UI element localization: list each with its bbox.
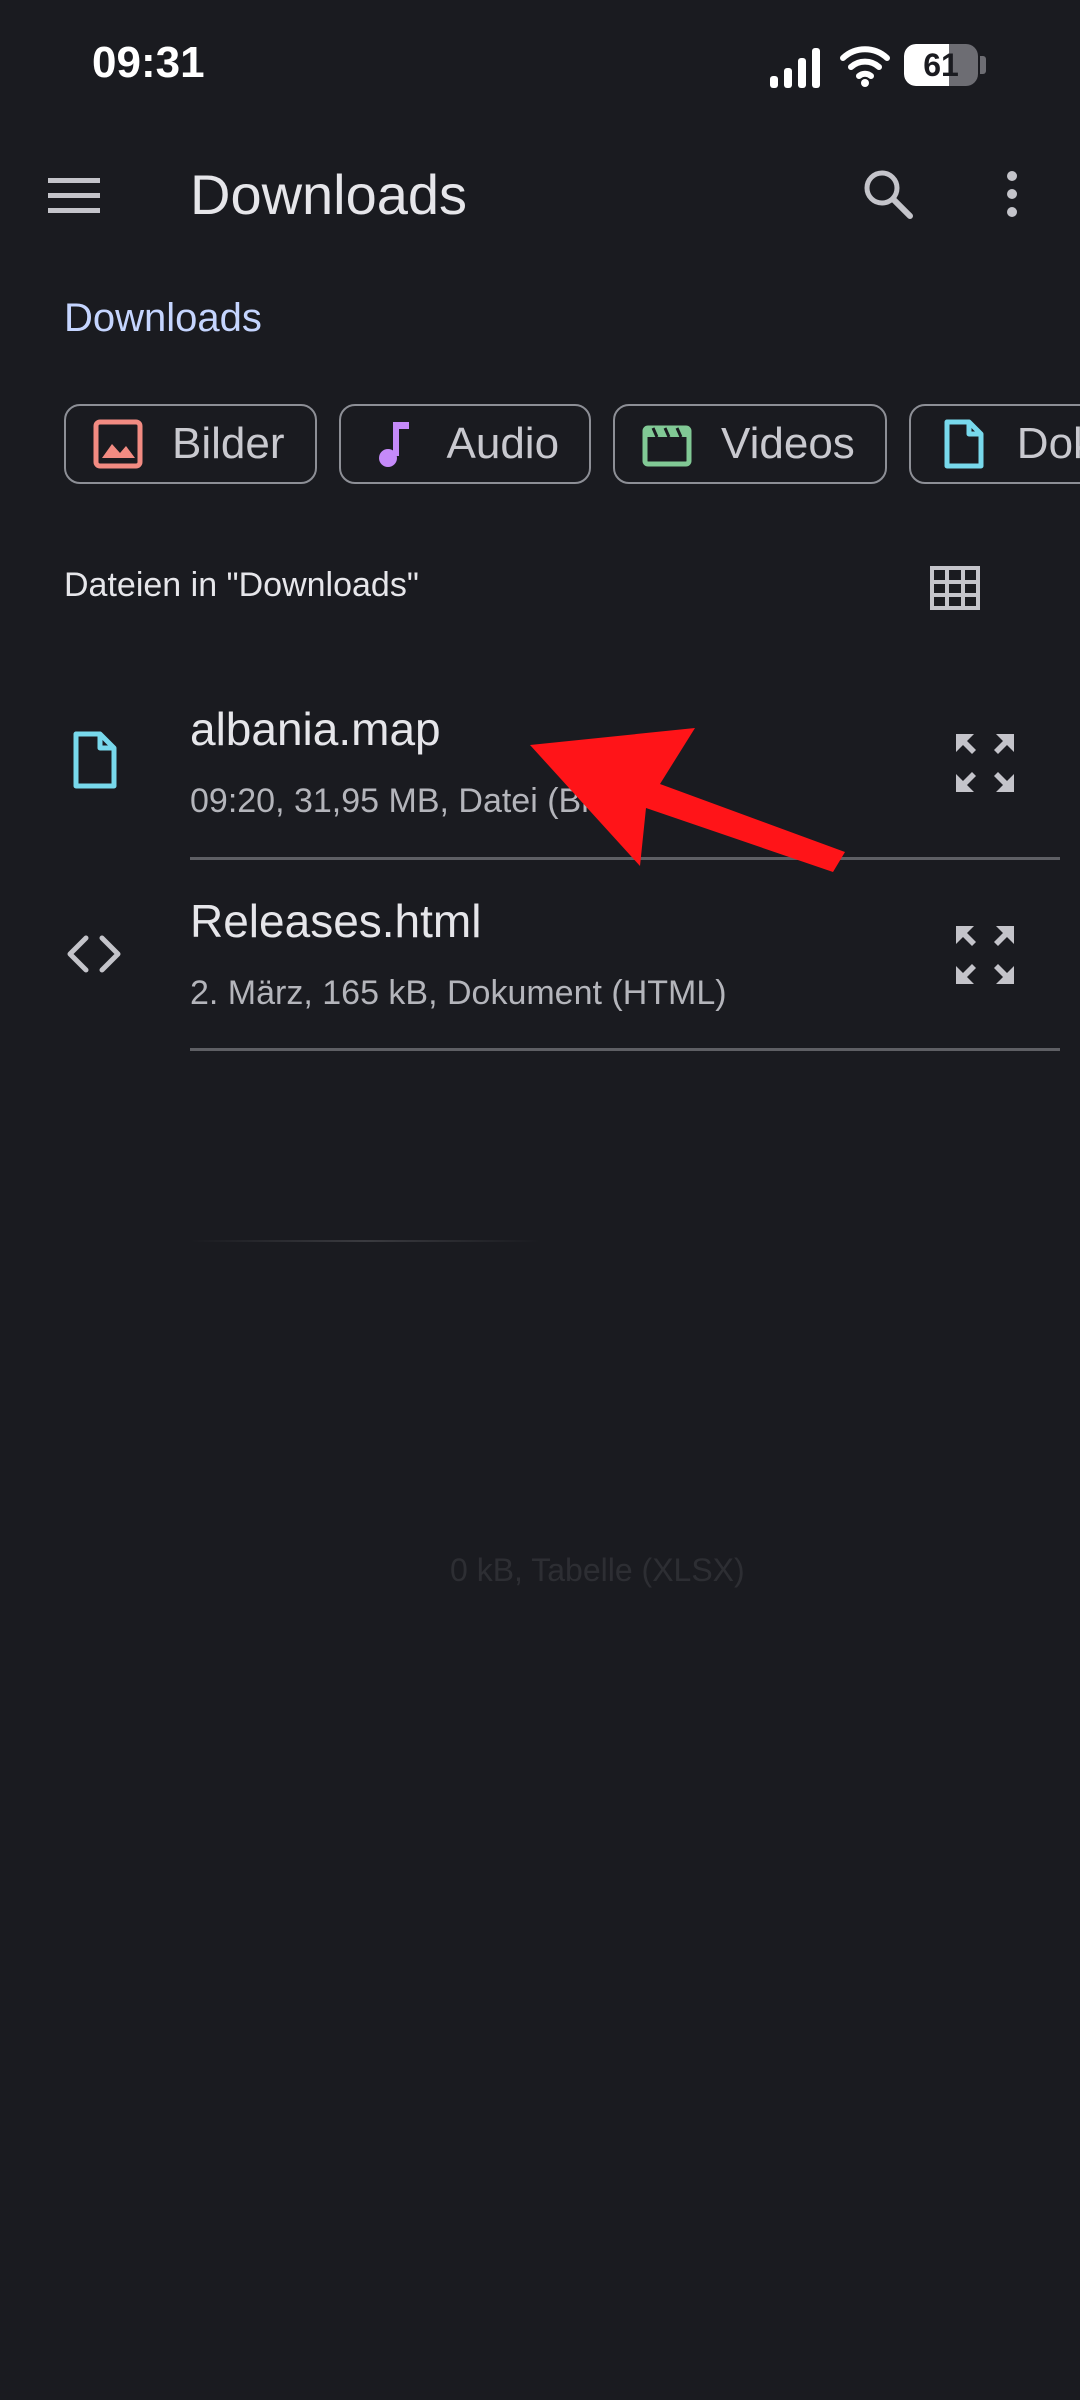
file-name: albania.map (190, 703, 441, 755)
battery-indicator: 61 (904, 44, 986, 86)
movie-icon (642, 425, 692, 467)
annotation-arrow-icon (530, 728, 845, 872)
faded-divider (190, 1240, 540, 1242)
list-item[interactable]: Releases.html 2. März, 165 kB, Dokument … (0, 862, 1080, 1052)
file-name: Releases.html (190, 895, 482, 947)
chip-label: Audio (446, 419, 560, 468)
image-icon (93, 419, 143, 469)
faded-file-meta: 0 kB, Tabelle (XLSX) (450, 1552, 745, 1588)
expand-icon[interactable] (952, 730, 1018, 796)
music-note-icon (378, 422, 409, 467)
grid-view-icon[interactable] (930, 566, 980, 610)
code-icon (67, 935, 121, 973)
chip-label: Bilder (172, 419, 285, 468)
divider (190, 1048, 1060, 1051)
file-meta: 2. März, 165 kB, Dokument (HTML) (190, 974, 727, 1012)
cellular-signal-icon (770, 48, 820, 88)
expand-icon[interactable] (952, 922, 1018, 988)
category-chips: Bilder Audio Videos Dok (64, 404, 1080, 488)
status-time: 09:31 (92, 38, 205, 87)
chip-label: Videos (721, 419, 855, 468)
chip-images[interactable]: Bilder (64, 404, 317, 484)
section-title: Downloads (64, 296, 262, 340)
chip-audio[interactable]: Audio (338, 404, 592, 484)
chip-videos[interactable]: Videos (613, 404, 887, 484)
wifi-icon (840, 46, 890, 87)
list-heading: Dateien in "Downloads" (64, 566, 419, 604)
document-icon (944, 419, 984, 469)
chip-documents[interactable]: Dok (908, 404, 1080, 484)
search-icon[interactable] (862, 168, 914, 220)
file-icon (73, 731, 117, 789)
battery-level-text: 61 (923, 47, 959, 83)
more-options-icon[interactable] (1000, 168, 1024, 220)
app-bar-title: Downloads (190, 163, 468, 226)
menu-icon[interactable] (48, 178, 100, 214)
chip-label: Dok (1016, 419, 1080, 468)
